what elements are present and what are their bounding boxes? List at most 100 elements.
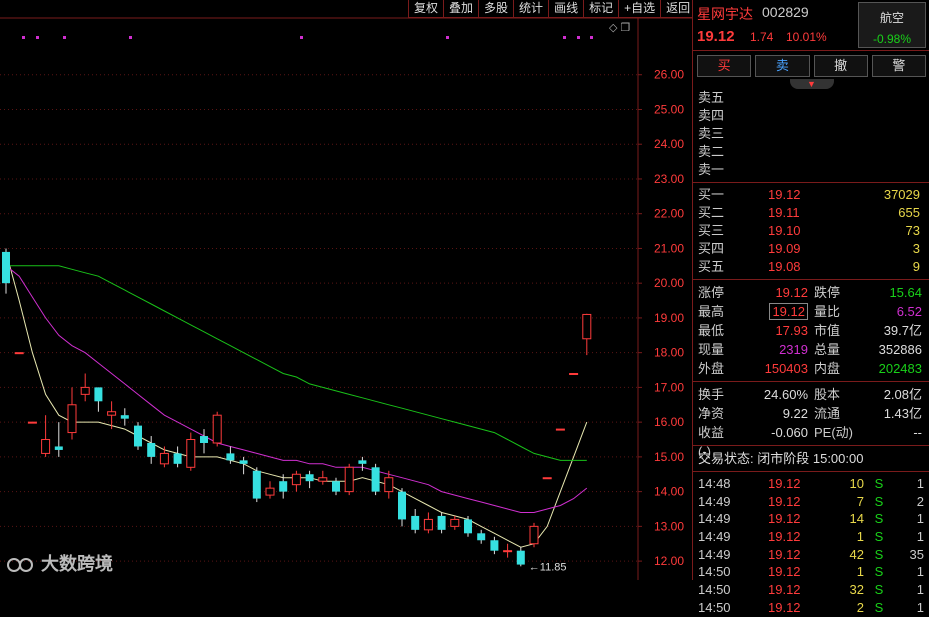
candle-body [107, 411, 117, 416]
stat-row: 收益(-) -0.060 PE(动) -- [693, 423, 929, 459]
candle-body [384, 477, 394, 493]
y-tick-label: 13.00 [654, 519, 684, 533]
divider [693, 279, 929, 280]
candle-body [291, 473, 301, 486]
candle-body [332, 481, 340, 492]
tick-side: S [874, 476, 884, 491]
stat-row: 最低 17.93 市值 39.7亿 [693, 321, 929, 340]
stat-label: 总量 [814, 342, 841, 357]
quote-panel: 星网宇达 002829 19.12 1.74 10.01% 航空 -0.98% … [692, 0, 929, 615]
ask-price [768, 125, 828, 143]
buy-button[interactable]: 买 [697, 55, 752, 77]
toolbar-add-watchlist[interactable]: +自选 [618, 0, 660, 17]
y-tick-label: 23.00 [654, 172, 684, 186]
toolbar-back[interactable]: 返回 [660, 0, 695, 17]
stat-value: 15.64 [889, 285, 922, 300]
stat-value-text: 9.22 [782, 406, 808, 421]
tick-volume: 32 [849, 582, 864, 598]
marker-dot [63, 36, 66, 39]
bid-label: 买五 [698, 259, 725, 274]
stat-label: 最高 [698, 304, 725, 319]
toolbar-mark[interactable]: 标记 [583, 0, 618, 17]
stock-name: 星网宇达 [697, 6, 753, 22]
bid-volume: 37029 [883, 187, 920, 202]
stats-block: 涨停 19.12 跌停 15.64 最高 19.12 量比 6.52 最低 17.93 市值 39.7… [693, 283, 929, 378]
toolbar-overlay[interactable]: 叠加 [443, 0, 478, 17]
y-tick-label: 25.00 [654, 102, 684, 116]
tick-count: 1 [916, 529, 924, 545]
candle-body [542, 477, 552, 480]
candle-body [94, 387, 103, 402]
tick-row[interactable]: 14:50 19.12 1 S 1 [693, 563, 929, 581]
collapse-icon[interactable]: ▼ [789, 79, 834, 89]
stat-value: 24.60% [736, 385, 808, 404]
y-tick-label: 17.00 [654, 380, 684, 394]
y-tick-label: 14.00 [654, 485, 684, 499]
ask-label: 卖五 [698, 90, 725, 105]
tick-row[interactable]: 14:48 19.12 10 S 1 [693, 475, 929, 493]
tick-time: 14:50 [698, 582, 731, 598]
stat-label: 最低 [698, 323, 725, 338]
alert-button[interactable]: 警 [871, 55, 926, 77]
stat-value: 352886 [878, 342, 922, 357]
bid-volume: 73 [905, 223, 920, 238]
ask-volume [828, 143, 920, 161]
sector-button[interactable]: 航空 -0.98% [858, 2, 926, 48]
tick-count: 1 [916, 564, 924, 580]
sell-button[interactable]: 卖 [755, 55, 810, 77]
stat-row: 最高 19.12 量比 6.52 [693, 302, 929, 321]
y-tick-label: 22.00 [654, 207, 684, 221]
sector-change: -0.98% [872, 32, 912, 46]
tick-row[interactable]: 14:50 19.12 2 S 1 [693, 599, 929, 617]
candle-body [134, 425, 142, 447]
marker-dot [590, 36, 593, 39]
moving-average-line [6, 265, 587, 461]
tick-row[interactable]: 14:49 19.12 42 S 35 [693, 546, 929, 564]
last-price: 19.12 [697, 28, 735, 45]
toolbar-restore-rights[interactable]: 复权 [408, 0, 443, 17]
toolbar-draw-line[interactable]: 画线 [548, 0, 583, 17]
ask-volume [828, 107, 920, 125]
ask-label: 卖四 [698, 108, 725, 123]
ask-price [768, 107, 828, 125]
stat-label: 换手 [698, 387, 725, 402]
stat-label: 净资 [698, 406, 725, 421]
toolbar-multi-stock[interactable]: 多股 [478, 0, 513, 17]
cancel-order-button[interactable]: 撤 [813, 55, 868, 77]
tick-row[interactable]: 14:49 19.12 14 S 1 [693, 510, 929, 528]
candle-body [555, 428, 565, 431]
tick-list[interactable]: 14:48 19.12 10 S 1 14:49 19.12 7 S 2 14:49 19.12 14 S… [693, 475, 929, 617]
tick-row[interactable]: 14:49 19.12 7 S 2 [693, 493, 929, 511]
candle-body [371, 467, 380, 492]
tick-price: 19.12 [768, 529, 801, 545]
candle-body [54, 446, 63, 450]
quote-header: 星网宇达 002829 19.12 1.74 10.01% 航空 -0.98% [693, 0, 929, 51]
tick-volume: 14 [849, 511, 864, 527]
toolbar-statistics[interactable]: 统计 [513, 0, 548, 17]
restore-window-icon[interactable]: ❐ [620, 22, 630, 34]
tick-row[interactable]: 14:49 19.12 1 S 1 [693, 528, 929, 546]
candle-body [318, 477, 328, 482]
tick-time: 14:49 [698, 529, 731, 545]
candle-body [186, 439, 196, 468]
candle-body [582, 313, 592, 340]
stat-value: 19.12 [736, 283, 808, 302]
kline-svg[interactable]: 26.00 25.00 24.00 23.00 22.00 21.00 20.00 19.00… [0, 0, 692, 580]
ask-row: 卖二 [698, 143, 929, 161]
marker-dot [300, 36, 303, 39]
tick-time: 14:50 [698, 564, 731, 580]
stat-label: 股本 [814, 387, 841, 402]
diamond-icon[interactable]: ◇ [609, 22, 617, 34]
y-tick-label: 12.00 [654, 554, 684, 568]
tick-row[interactable]: 14:50 19.12 32 S 1 [693, 581, 929, 599]
price-change-pct: 10.01% [786, 30, 827, 44]
tick-volume: 10 [849, 476, 864, 491]
stat-label: 流通 [814, 406, 841, 421]
fundamentals-block: 换手 24.60% 股本 2.08亿 净资 9.22 流通 1.43亿 收益(-) -0.060 P… [693, 385, 929, 459]
tick-volume: 2 [856, 599, 864, 615]
kline-chart[interactable]: 26.00 25.00 24.00 23.00 22.00 21.00 20.00 19.00… [0, 0, 692, 580]
stat-value-text: 24.60% [763, 387, 808, 402]
tick-side: S [874, 582, 884, 598]
watermark-logo-icon [7, 558, 33, 573]
stat-value: 6.52 [896, 304, 922, 319]
